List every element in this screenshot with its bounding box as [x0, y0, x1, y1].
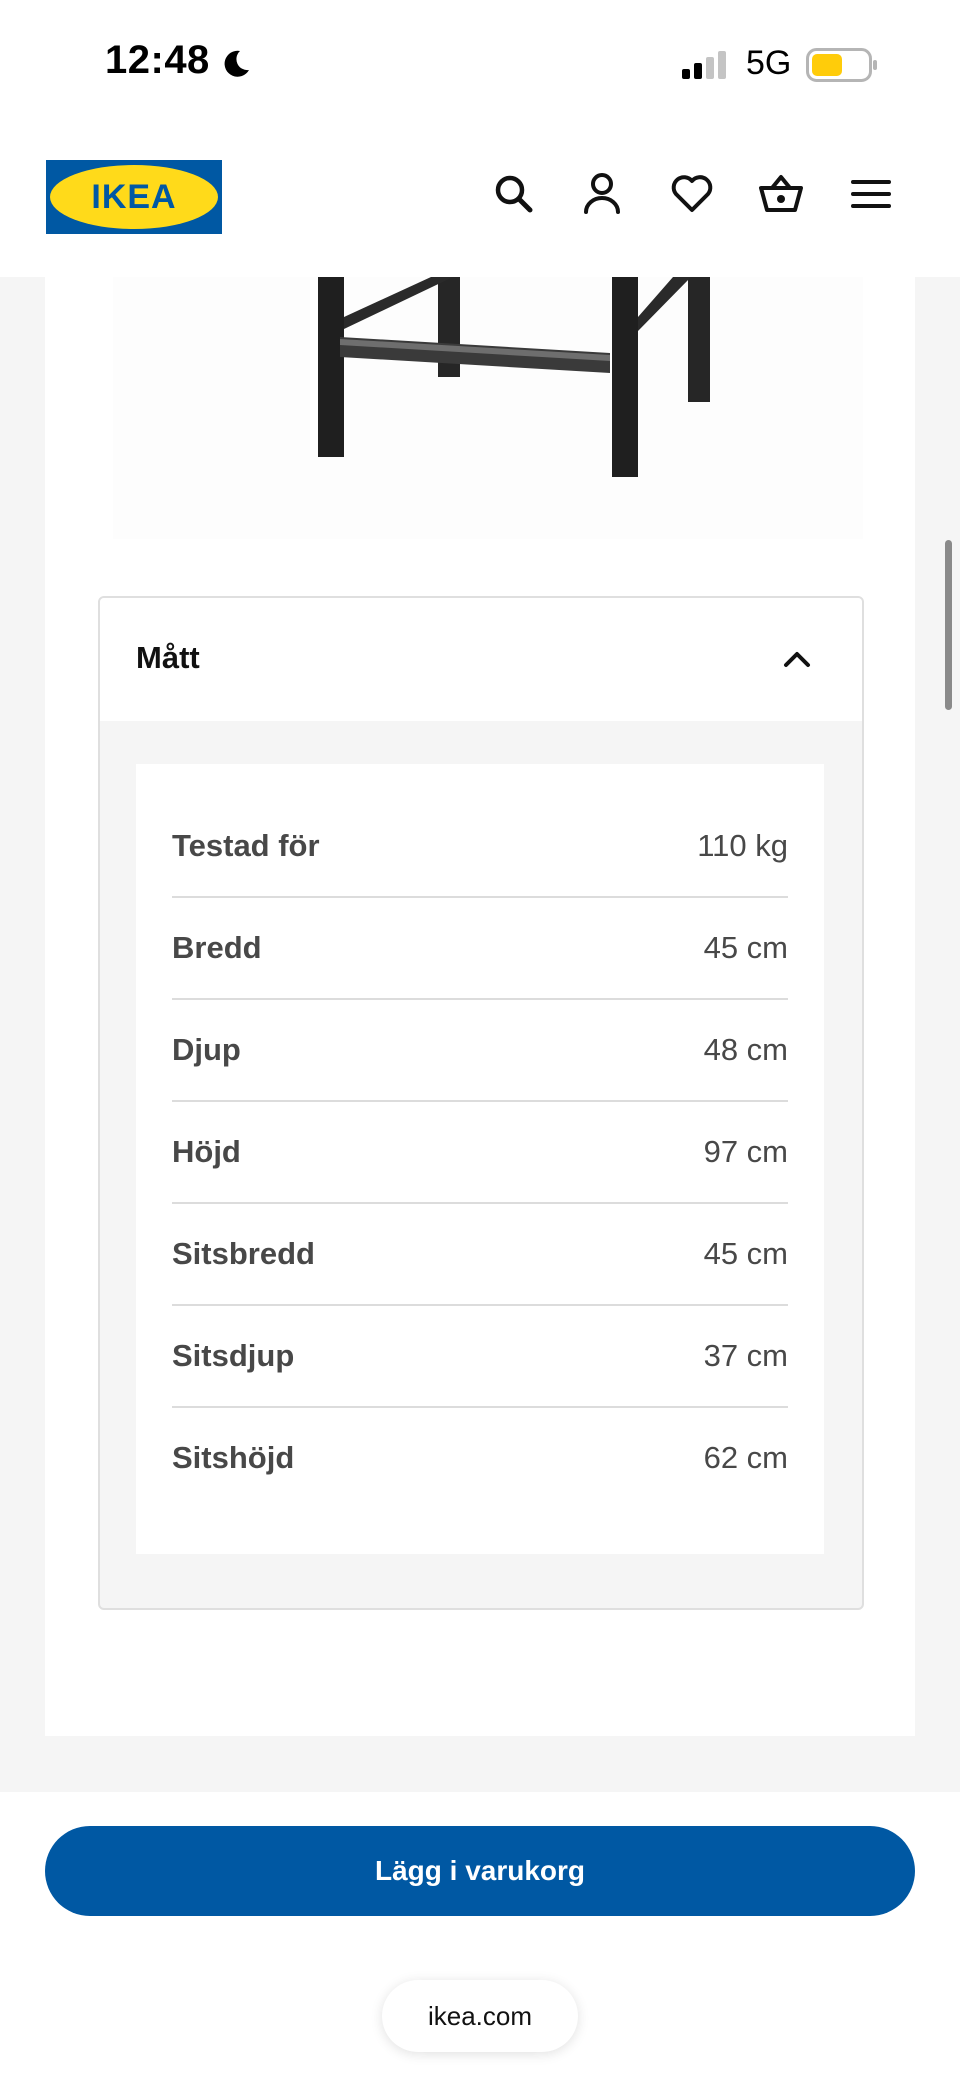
dimension-row: Höjd 97 cm	[172, 1100, 788, 1204]
account-icon[interactable]	[578, 170, 626, 218]
network-type: 5G	[746, 44, 792, 82]
dimension-label: Djup	[172, 1032, 241, 1067]
dimension-value: 110 kg	[697, 828, 788, 863]
dimension-label: Testad för	[172, 828, 320, 863]
chevron-up-icon[interactable]	[780, 642, 814, 676]
dimension-value: 45 cm	[703, 1236, 788, 1271]
dimensions-accordion: Mått Testad för 110 kg Bredd 45 cm Djup …	[98, 596, 864, 1610]
dimension-row: Bredd 45 cm	[172, 896, 788, 1000]
product-image	[113, 277, 863, 539]
search-icon[interactable]	[490, 170, 538, 218]
moon-icon	[224, 50, 249, 77]
dimension-row: Sitshöjd 62 cm	[172, 1406, 788, 1508]
dimensions-table: Testad för 110 kg Bredd 45 cm Djup 48 cm…	[136, 764, 824, 1554]
menu-icon[interactable]	[847, 170, 895, 218]
dimension-row: Djup 48 cm	[172, 998, 788, 1102]
dimension-row: Sitsdjup 37 cm	[172, 1304, 788, 1408]
status-time: 12:48	[105, 38, 210, 82]
dimension-label: Bredd	[172, 930, 262, 965]
site-header: IKEA	[0, 130, 960, 277]
dimensions-title: Mått	[136, 640, 200, 675]
dimensions-accordion-header[interactable]: Mått	[100, 598, 862, 721]
scrollbar[interactable]	[945, 540, 952, 710]
dimension-value: 62 cm	[703, 1440, 788, 1475]
dimension-value: 37 cm	[703, 1338, 788, 1373]
dimension-row: Sitsbredd 45 cm	[172, 1202, 788, 1306]
signal-icon	[682, 51, 726, 79]
ikea-logo[interactable]: IKEA	[46, 160, 222, 234]
dimension-value: 48 cm	[703, 1032, 788, 1067]
dimension-label: Sitshöjd	[172, 1440, 295, 1475]
heart-icon[interactable]	[668, 170, 716, 218]
product-details-card: Mått Testad för 110 kg Bredd 45 cm Djup …	[45, 277, 915, 1736]
browser-address-bar[interactable]: ikea.com	[382, 1980, 578, 2052]
battery-icon	[806, 48, 877, 82]
dimension-label: Sitsdjup	[172, 1338, 295, 1373]
dimension-label: Sitsbredd	[172, 1236, 315, 1271]
basket-icon[interactable]	[757, 170, 805, 218]
status-bar: 12:48 5G	[0, 0, 960, 130]
ikea-logo-text: IKEA	[91, 178, 176, 216]
dimension-row: Testad för 110 kg	[172, 794, 788, 898]
dimension-value: 45 cm	[703, 930, 788, 965]
add-to-cart-button[interactable]: Lägg i varukorg	[45, 1826, 915, 1916]
bottom-bar: Lägg i varukorg ikea.com	[0, 1792, 960, 2081]
dimension-value: 97 cm	[703, 1134, 788, 1169]
dimension-label: Höjd	[172, 1134, 241, 1169]
